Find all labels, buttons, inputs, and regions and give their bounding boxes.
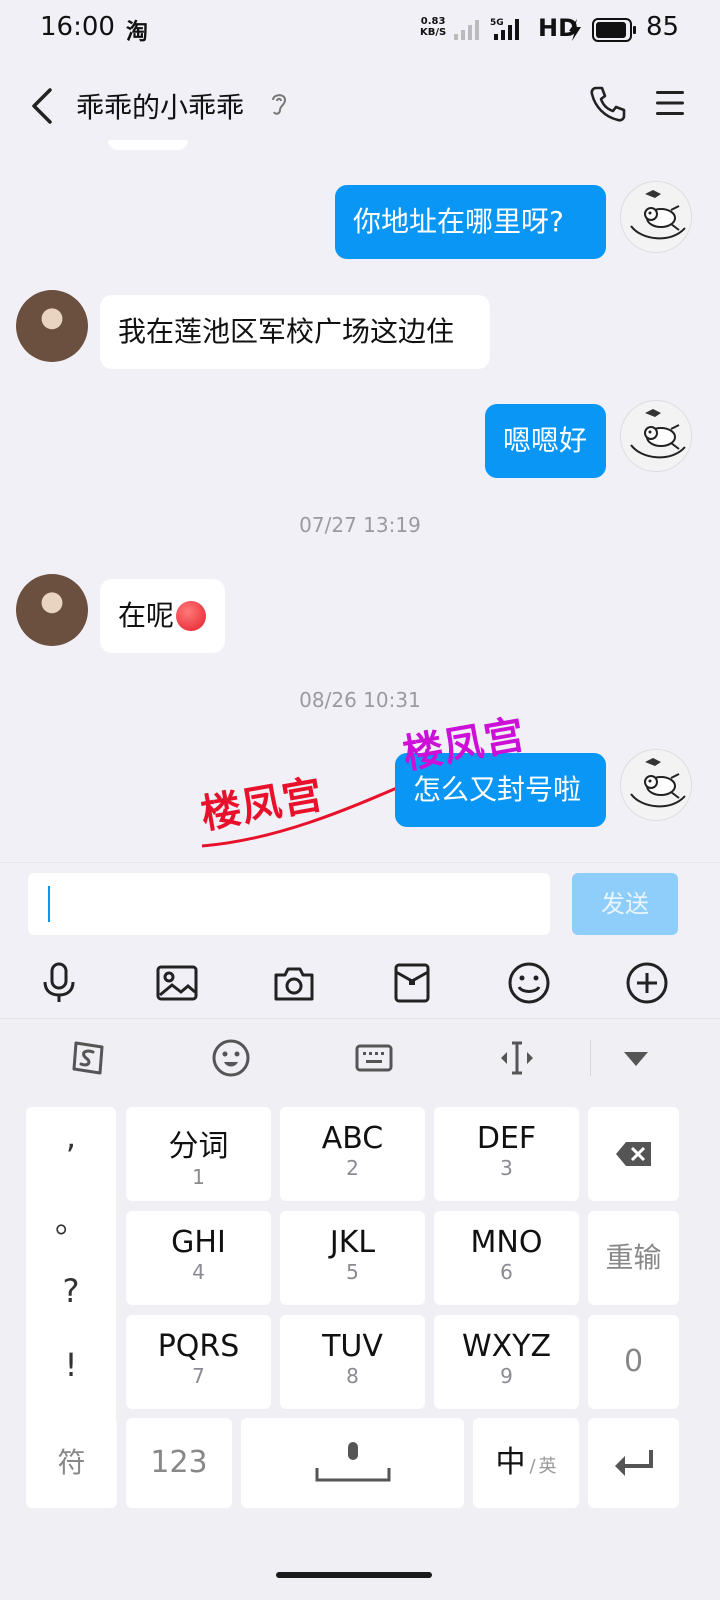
symbol-key[interactable]: 符	[26, 1418, 117, 1508]
key-5[interactable]: JKL 5	[280, 1211, 425, 1305]
key-7[interactable]: PQRS 7	[126, 1315, 271, 1409]
wifi-signal-icon	[454, 20, 479, 40]
emoji-icon[interactable]	[211, 1038, 251, 1078]
plus-icon[interactable]	[625, 961, 669, 1005]
avatar-contact[interactable]	[16, 574, 88, 646]
backspace-key[interactable]	[588, 1107, 679, 1201]
punct-comma-key[interactable]: ,	[26, 1118, 116, 1156]
phone-icon[interactable]	[588, 84, 628, 124]
battery-level: 85	[646, 12, 680, 42]
status-time: 16:00	[40, 12, 115, 42]
send-button[interactable]: 发送	[572, 873, 678, 935]
cellular-signal-icon: 5G	[490, 18, 519, 40]
text-cursor	[48, 886, 50, 922]
voice-space-icon	[315, 1442, 390, 1482]
red-packet-icon[interactable]	[390, 961, 434, 1005]
enter-key[interactable]	[588, 1418, 679, 1508]
previous-message-bubble	[108, 140, 188, 150]
avatar-self[interactable]	[620, 400, 692, 472]
emoji-icon[interactable]	[507, 961, 551, 1005]
collapse-icon[interactable]	[616, 1038, 656, 1078]
avatar-contact[interactable]	[16, 290, 88, 362]
message-text: 在呢	[118, 599, 175, 632]
cursor-move-icon[interactable]	[497, 1038, 537, 1078]
key-3[interactable]: DEF 3	[434, 1107, 579, 1201]
ear-icon[interactable]	[268, 90, 290, 118]
blushing-emoji-icon	[176, 601, 207, 631]
key-9[interactable]: WXYZ 9	[434, 1315, 579, 1409]
battery-icon	[592, 18, 636, 42]
zero-key[interactable]: 0	[588, 1315, 679, 1409]
message-bubble-received[interactable]: 在呢	[100, 579, 225, 653]
taobao-notification-icon: 淘	[126, 20, 149, 45]
chat-title: 乖乖的小乖乖	[76, 91, 245, 124]
space-key[interactable]	[241, 1418, 464, 1508]
punct-question-key[interactable]: ?	[26, 1272, 116, 1310]
dog-sketch-icon	[621, 182, 691, 252]
avatar-self[interactable]	[620, 181, 692, 253]
message-input[interactable]	[28, 873, 550, 935]
punct-exclaim-key[interactable]: !	[26, 1346, 116, 1384]
sogou-logo-icon[interactable]	[68, 1038, 108, 1078]
message-bubble-received[interactable]: 我在莲池区军校广场这边住	[100, 295, 490, 369]
avatar-self[interactable]	[620, 749, 692, 821]
message-timestamp: 07/27 13:19	[299, 513, 421, 537]
key-2[interactable]: ABC 2	[280, 1107, 425, 1201]
message-timestamp: 08/26 10:31	[299, 688, 421, 712]
toolbar-divider	[590, 1040, 591, 1076]
back-icon[interactable]	[24, 84, 64, 128]
home-indicator[interactable]	[276, 1572, 432, 1578]
svg-text:5G: 5G	[490, 18, 504, 28]
dog-sketch-icon	[621, 750, 691, 820]
keyboard-icon[interactable]	[354, 1038, 394, 1078]
message-bubble-sent[interactable]: 嗯嗯好	[485, 404, 606, 478]
charging-icon	[569, 19, 581, 41]
dog-sketch-icon	[621, 401, 691, 471]
microphone-icon[interactable]	[37, 961, 81, 1005]
punct-period-key[interactable]: 。	[26, 1196, 116, 1242]
camera-icon[interactable]	[272, 961, 316, 1005]
message-bubble-sent[interactable]: 你地址在哪里呀?	[335, 185, 606, 259]
key-4[interactable]: GHI 4	[126, 1211, 271, 1305]
key-1[interactable]: 分词 1	[126, 1107, 271, 1201]
menu-icon[interactable]	[654, 88, 686, 118]
backspace-icon	[615, 1142, 651, 1166]
enter-icon	[614, 1450, 653, 1476]
key-8[interactable]: TUV 8	[280, 1315, 425, 1409]
network-speed: 0.83 KB/S	[420, 16, 447, 38]
language-switch-key[interactable]: 中 / 英	[473, 1418, 579, 1508]
key-6[interactable]: MNO 6	[434, 1211, 579, 1305]
image-icon[interactable]	[155, 961, 199, 1005]
reset-key[interactable]: 重输	[588, 1211, 679, 1305]
number-key[interactable]: 123	[126, 1418, 232, 1508]
